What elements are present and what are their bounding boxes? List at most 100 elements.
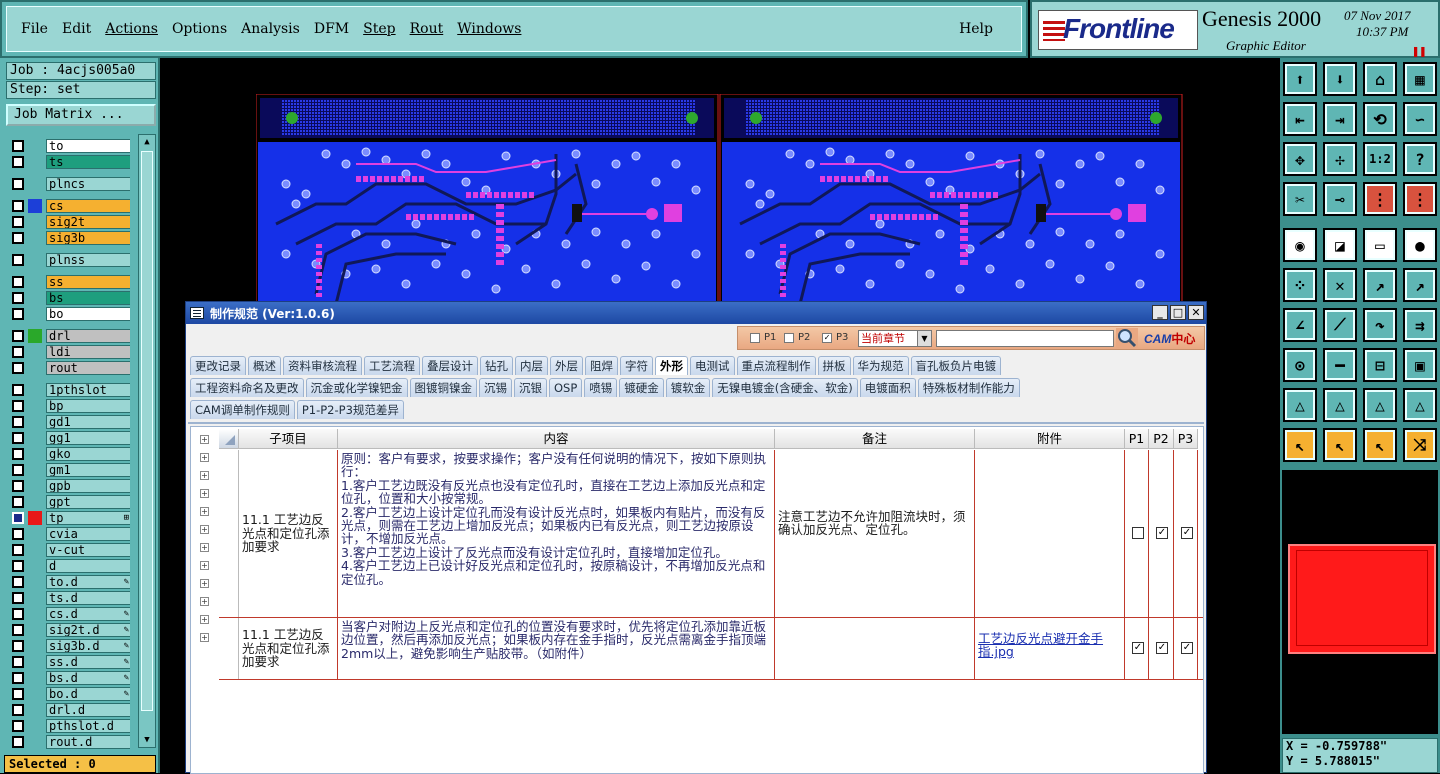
layer-row-to[interactable]: to: [6, 138, 130, 154]
tool-tri3-icon[interactable]: △: [1363, 388, 1397, 422]
column-header-P1[interactable]: P1: [1125, 429, 1149, 449]
tool-tri4-icon[interactable]: △: [1403, 388, 1437, 422]
layer-name[interactable]: v-cut: [46, 543, 130, 557]
layer-row-bs[interactable]: bs: [6, 290, 130, 306]
layer-checkbox[interactable]: [12, 704, 24, 716]
layer-checkbox[interactable]: [12, 140, 24, 152]
menu-rout[interactable]: Rout: [410, 21, 444, 37]
menu-help[interactable]: Help: [959, 21, 993, 37]
tab-沉金或化学镍钯金[interactable]: 沉金或化学镍钯金: [305, 378, 408, 397]
tool-export-icon[interactable]: ⬆: [1283, 62, 1317, 96]
tool-rotate-icon[interactable]: ⟲: [1363, 102, 1397, 136]
layer-row-cs.d[interactable]: cs.d ✎: [6, 606, 130, 622]
layer-name[interactable]: ss.d ✎: [46, 655, 130, 669]
layer-name[interactable]: drl: [46, 329, 130, 343]
cell-attachment[interactable]: [975, 450, 1125, 617]
layer-name[interactable]: gg1: [46, 431, 130, 445]
layer-checkbox[interactable]: [12, 346, 24, 358]
tool-net-icon[interactable]: ⋮: [1363, 182, 1397, 216]
layer-checkbox[interactable]: [12, 178, 24, 190]
cell-attachment-text[interactable]: 工艺边反光点避开金手指.jpg: [978, 631, 1103, 659]
layer-checkbox[interactable]: [12, 400, 24, 412]
tool-tri-icon[interactable]: △: [1283, 388, 1317, 422]
tool-wave-icon[interactable]: ∽: [1403, 102, 1437, 136]
table-row[interactable]: 11.1 工艺边反光点和定位孔添加要求 原则：客户有要求，按要求操作；客户没有任何…: [219, 450, 1203, 618]
tab-电测试[interactable]: 电测试: [690, 356, 735, 375]
minimize-button[interactable]: _: [1152, 305, 1168, 320]
tool-connect-icon[interactable]: ↗: [1363, 268, 1397, 302]
layer-name[interactable]: bo: [46, 307, 130, 321]
layer-name[interactable]: plncs: [46, 177, 130, 191]
layer-row-cs[interactable]: cs: [6, 198, 130, 214]
tool-line-icon[interactable]: ⟋: [1323, 308, 1357, 342]
tab-OSP[interactable]: OSP: [549, 378, 583, 397]
layer-checkbox[interactable]: [12, 200, 24, 212]
layer-row-v-cut[interactable]: v-cut: [6, 542, 130, 558]
cell-p3[interactable]: ✓: [1174, 450, 1198, 617]
column-header-附件[interactable]: 附件: [975, 429, 1125, 449]
menu-dfm[interactable]: DFM: [314, 21, 349, 37]
tool-net2-icon[interactable]: ⋮: [1403, 182, 1437, 216]
layer-name[interactable]: gpt: [46, 495, 130, 509]
cell-p1[interactable]: ✓: [1125, 618, 1149, 679]
expand-icon[interactable]: +: [200, 561, 209, 570]
layer-name[interactable]: d: [46, 559, 130, 573]
filter-p1-checkbox[interactable]: [750, 333, 760, 343]
layer-checkbox[interactable]: [12, 656, 24, 668]
layer-row-gko[interactable]: gko: [6, 446, 130, 462]
layer-checkbox[interactable]: [12, 672, 24, 684]
layer-name[interactable]: to.d ✎: [46, 575, 130, 589]
layer-checkbox[interactable]: [12, 512, 24, 524]
tool-left-edge-icon[interactable]: ⇤: [1283, 102, 1317, 136]
layer-checkbox[interactable]: [12, 688, 24, 700]
layer-row-gpb[interactable]: gpb: [6, 478, 130, 494]
layer-name[interactable]: sig3b.d ✎: [46, 639, 130, 653]
tab-概述[interactable]: 概述: [248, 356, 281, 375]
scope-select[interactable]: 当前章节 ▼: [858, 330, 932, 347]
tool-parallel-icon[interactable]: ⇉: [1403, 308, 1437, 342]
layer-checkbox[interactable]: [12, 592, 24, 604]
layer-name[interactable]: cvia: [46, 527, 130, 541]
column-header-子项目[interactable]: 子项目: [239, 429, 338, 449]
layer-name[interactable]: pthslot.d: [46, 719, 130, 733]
layer-checkbox[interactable]: [12, 640, 24, 652]
layer-name[interactable]: gm1: [46, 463, 130, 477]
scroll-up-icon[interactable]: ▲: [141, 137, 153, 147]
tool-pointer2-icon[interactable]: ↖: [1323, 428, 1357, 462]
tab-电镀面积[interactable]: 电镀面积: [859, 378, 916, 397]
layer-checkbox[interactable]: [12, 544, 24, 556]
tool-cut-tool-icon[interactable]: ✂: [1283, 182, 1317, 216]
layer-name[interactable]: sig2t: [46, 215, 130, 229]
layer-checkbox[interactable]: [12, 292, 24, 304]
tool-window-icon[interactable]: ▦: [1403, 62, 1437, 96]
tool-pointer-icon[interactable]: ↖: [1283, 428, 1317, 462]
tab-内层[interactable]: 内层: [515, 356, 548, 375]
layer-checkbox[interactable]: [12, 560, 24, 572]
expand-icon[interactable]: +: [200, 435, 209, 444]
layer-checkbox[interactable]: [12, 232, 24, 244]
tab-镀硬金[interactable]: 镀硬金: [619, 378, 664, 397]
layer-row-rout[interactable]: rout: [6, 360, 130, 376]
tool-import-icon[interactable]: ⬇: [1323, 62, 1357, 96]
expand-icon[interactable]: +: [200, 633, 209, 642]
menu-actions[interactable]: Actions: [105, 21, 158, 37]
layer-row-rout.d[interactable]: rout.d: [6, 734, 130, 750]
layer-row-bp[interactable]: bp: [6, 398, 130, 414]
layer-row-ldi[interactable]: ldi: [6, 344, 130, 360]
tab-外形[interactable]: 外形: [655, 356, 688, 375]
tab-外层[interactable]: 外层: [550, 356, 583, 375]
layer-row-sig3b.d[interactable]: sig3b.d ✎: [6, 638, 130, 654]
close-button[interactable]: ✕: [1188, 305, 1204, 320]
layer-name[interactable]: drl.d: [46, 703, 130, 717]
tool-measure-icon[interactable]: ⊟: [1363, 348, 1397, 382]
layer-row-to.d[interactable]: to.d ✎: [6, 574, 130, 590]
priority-checkbox[interactable]: [1132, 527, 1144, 539]
cell-p2[interactable]: ✓: [1149, 450, 1174, 617]
layer-name[interactable]: cs.d ✎: [46, 607, 130, 621]
layer-name[interactable]: gpb: [46, 479, 130, 493]
search-input[interactable]: [936, 330, 1114, 347]
tool-link-icon[interactable]: ↗: [1403, 268, 1437, 302]
table-corner[interactable]: [219, 429, 239, 449]
layer-row-sig2t[interactable]: sig2t: [6, 214, 130, 230]
tab-拼板[interactable]: 拼板: [817, 356, 851, 375]
